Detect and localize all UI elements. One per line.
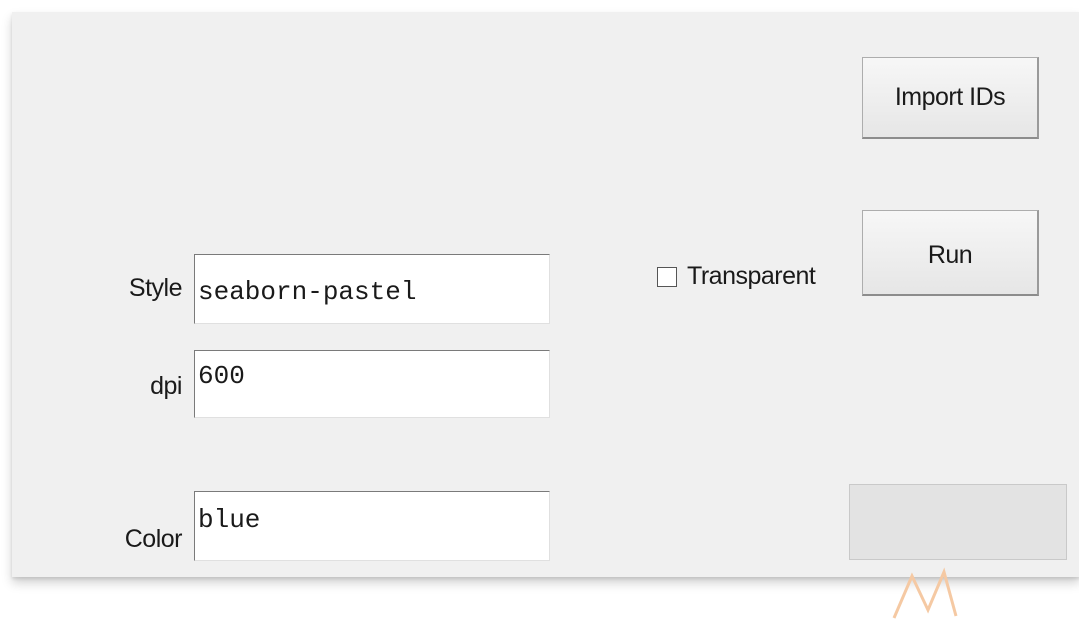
import-ids-button[interactable]: Import IDs (862, 57, 1039, 139)
run-label: Run (927, 241, 973, 269)
color-input[interactable]: blue (194, 491, 550, 561)
dpi-input[interactable]: 600 (194, 350, 550, 418)
blank-button[interactable] (849, 484, 1067, 560)
import-ids-label: Import IDs (894, 83, 1006, 111)
transparent-checkbox[interactable] (657, 266, 677, 287)
dpi-label: dpi (150, 372, 182, 400)
transparent-label: Transparent (687, 262, 816, 290)
dialog-window: Import IDs Run Style seaborn-pastel dpi … (12, 12, 1079, 577)
watermark-logo (892, 567, 958, 619)
style-input[interactable]: seaborn-pastel (194, 254, 550, 324)
color-label: Color (124, 525, 183, 553)
style-label: Style (128, 274, 183, 302)
transparent-option[interactable]: Transparent (657, 262, 816, 291)
run-button[interactable]: Run (862, 210, 1039, 296)
